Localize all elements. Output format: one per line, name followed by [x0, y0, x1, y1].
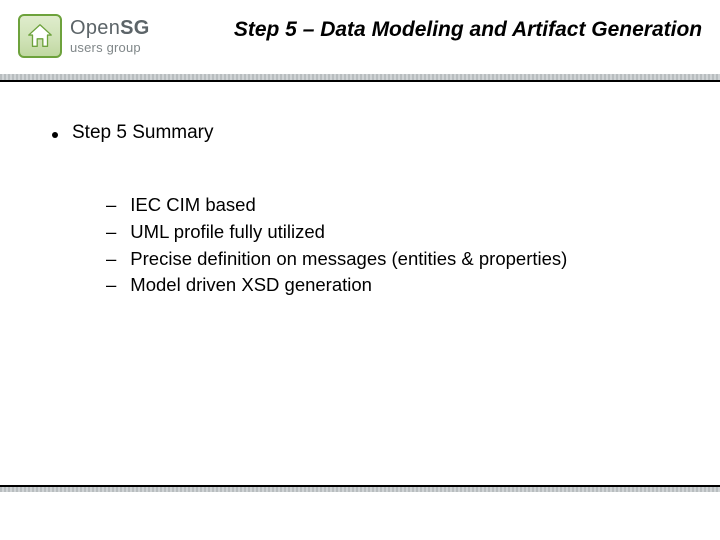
logo-line1: OpenSG — [70, 18, 150, 38]
list-item: – UML profile fully utilized — [106, 219, 684, 246]
bullet-icon — [52, 132, 58, 138]
slide-header: OpenSG users group Step 5 – Data Modelin… — [0, 0, 720, 82]
summary-heading: Step 5 Summary — [52, 122, 684, 144]
summary-items: – IEC CIM based – UML profile fully util… — [106, 192, 684, 299]
item-text: Precise definition on messages (entities… — [130, 246, 567, 273]
logo-text: OpenSG users group — [70, 18, 150, 54]
item-text: Model driven XSD generation — [130, 272, 372, 299]
summary-label: Step 5 Summary — [72, 122, 214, 144]
dash-icon: – — [106, 192, 116, 219]
logo-bold: SG — [120, 17, 150, 39]
dash-icon: – — [106, 219, 116, 246]
dash-icon: – — [106, 246, 116, 273]
list-item: – IEC CIM based — [106, 192, 684, 219]
slide-content: Step 5 Summary – IEC CIM based – UML pro… — [0, 82, 720, 299]
item-text: UML profile fully utilized — [130, 219, 325, 246]
list-item: – Model driven XSD generation — [106, 272, 684, 299]
header-hatch — [0, 74, 720, 80]
dash-icon: – — [106, 272, 116, 299]
list-item: – Precise definition on messages (entiti… — [106, 246, 684, 273]
logo-line2: users group — [70, 41, 150, 54]
footer-rule — [0, 485, 720, 492]
logo: OpenSG users group — [12, 8, 218, 64]
house-icon-svg — [25, 21, 55, 51]
item-text: IEC CIM based — [130, 192, 255, 219]
house-icon — [18, 14, 62, 58]
slide-title: Step 5 – Data Modeling and Artifact Gene… — [228, 14, 708, 47]
logo-prefix: Open — [70, 17, 120, 39]
